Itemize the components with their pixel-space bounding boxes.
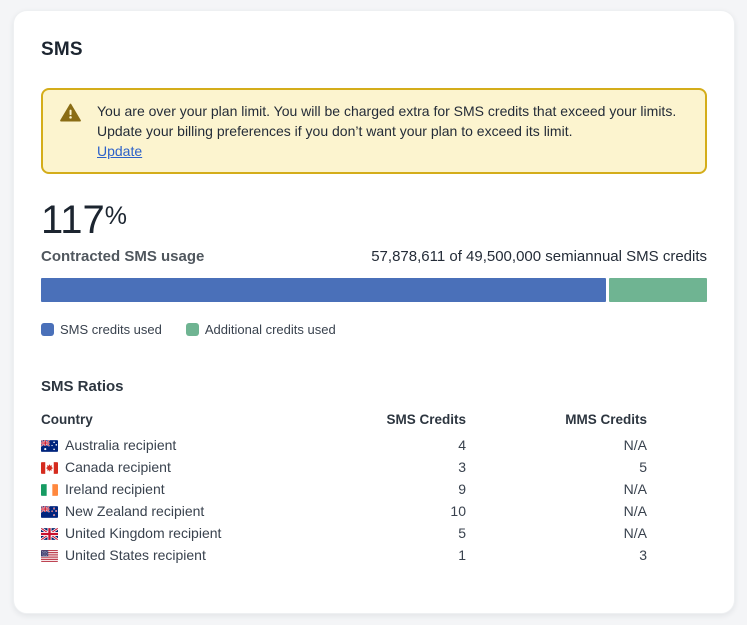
- flag-nz-icon: [41, 506, 58, 518]
- table-row: Canada recipient 3 5: [41, 456, 647, 478]
- additional-credits-swatch-icon: [186, 323, 199, 336]
- legend-item-additional: Additional credits used: [186, 322, 336, 337]
- sms-credits-value: 10: [301, 500, 466, 522]
- flag-gb-icon: [41, 528, 58, 540]
- flag-au-icon: [41, 440, 58, 452]
- mms-credits-value: 3: [466, 544, 647, 566]
- bar-segment-sms: [41, 278, 606, 302]
- sms-usage-card: SMS You are over your plan limit. You wi…: [13, 10, 735, 614]
- mms-credits-value: N/A: [466, 500, 647, 522]
- usage-label: Contracted SMS usage: [41, 248, 204, 265]
- table-row: Australia recipient 4 N/A: [41, 434, 647, 456]
- alert-text: You are over your plan limit. You will b…: [97, 103, 676, 139]
- mms-credits-value: N/A: [466, 478, 647, 500]
- usage-percent-sign: %: [105, 202, 127, 230]
- sms-ratios-heading: SMS Ratios: [41, 378, 707, 395]
- column-header-country: Country: [41, 412, 301, 434]
- table-row: United States recipient 1 3: [41, 544, 647, 566]
- table-row: Ireland recipient 9 N/A: [41, 478, 647, 500]
- country-label: Canada recipient: [65, 459, 171, 475]
- flag-us-icon: [41, 550, 58, 562]
- update-link[interactable]: Update: [97, 141, 142, 161]
- sms-credits-swatch-icon: [41, 323, 54, 336]
- country-label: New Zealand recipient: [65, 503, 204, 519]
- sms-credits-value: 3: [301, 456, 466, 478]
- bar-segment-additional: [609, 278, 707, 302]
- legend-label: Additional credits used: [205, 322, 336, 337]
- usage-summary-row: Contracted SMS usage 57,878,611 of 49,50…: [41, 248, 707, 265]
- usage-percent: 117%: [41, 193, 707, 243]
- usage-legend: SMS credits used Additional credits used: [41, 322, 707, 337]
- sms-credits-value: 4: [301, 434, 466, 456]
- country-label: United Kingdom recipient: [65, 525, 221, 541]
- usage-stats: 57,878,611 of 49,500,000 semiannual SMS …: [371, 248, 707, 265]
- legend-item-sms: SMS credits used: [41, 322, 162, 337]
- flag-ca-icon: [41, 462, 58, 474]
- table-header-row: Country SMS Credits MMS Credits: [41, 412, 647, 434]
- mms-credits-value: N/A: [466, 434, 647, 456]
- page-title: SMS: [41, 39, 707, 61]
- sms-credits-value: 9: [301, 478, 466, 500]
- sms-ratios-table: Country SMS Credits MMS Credits Australi…: [41, 412, 647, 566]
- legend-label: SMS credits used: [60, 322, 162, 337]
- table-row: New Zealand recipient 10 N/A: [41, 500, 647, 522]
- country-label: United States recipient: [65, 547, 206, 563]
- sms-credits-value: 1: [301, 544, 466, 566]
- column-header-sms-credits: SMS Credits: [301, 412, 466, 434]
- over-limit-alert: You are over your plan limit. You will b…: [41, 88, 707, 174]
- country-label: Ireland recipient: [65, 481, 165, 497]
- sms-credits-value: 5: [301, 522, 466, 544]
- warning-triangle-icon: [60, 103, 81, 127]
- mms-credits-value: N/A: [466, 522, 647, 544]
- alert-message: You are over your plan limit. You will b…: [97, 101, 689, 161]
- usage-progress-bar: [41, 278, 707, 302]
- usage-percent-number: 117: [41, 198, 105, 242]
- flag-ie-icon: [41, 484, 58, 496]
- country-label: Australia recipient: [65, 437, 176, 453]
- column-header-mms-credits: MMS Credits: [466, 412, 647, 434]
- mms-credits-value: 5: [466, 456, 647, 478]
- table-row: United Kingdom recipient 5 N/A: [41, 522, 647, 544]
